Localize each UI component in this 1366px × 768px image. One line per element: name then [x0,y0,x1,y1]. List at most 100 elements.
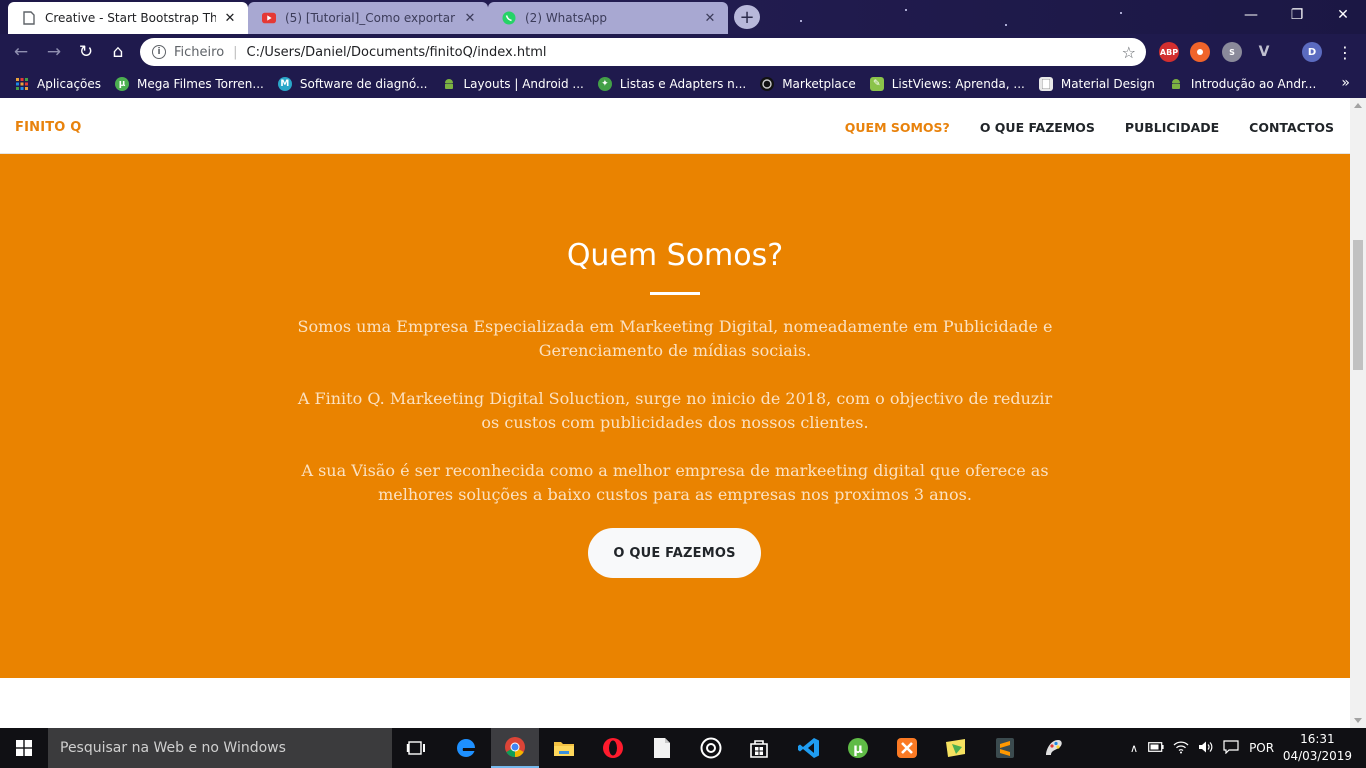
paint-icon[interactable] [932,728,980,768]
m-logo-icon: M [277,77,292,91]
bookmark-label: Marketplace [782,77,856,91]
taskbar-search-box[interactable]: Pesquisar na Web e no Windows [48,728,392,768]
taskbar-search-placeholder: Pesquisar na Web e no Windows [60,740,286,756]
bookmark-software-diagnostico[interactable]: M Software de diagnó... [277,77,428,91]
decor-star [905,9,907,11]
site-info-icon[interactable]: i [152,45,166,59]
maximize-button[interactable]: ❐ [1274,0,1320,30]
taskbar-clock[interactable]: 16:31 04/03/2019 [1283,731,1352,765]
scroll-up-arrow[interactable] [1354,103,1362,108]
edge-icon[interactable] [442,728,490,768]
bookmark-marketplace[interactable]: Marketplace [760,77,856,91]
minimize-button[interactable]: — [1228,0,1274,30]
decor-star [800,20,802,22]
android-icon [442,77,456,91]
clock-time: 16:31 [1300,732,1335,746]
bookmarks-overflow-icon[interactable]: » [1341,75,1350,91]
chrome-icon[interactable] [491,728,539,768]
nav-link-o-que-fazemos[interactable]: O QUE FAZEMOS [980,120,1095,135]
scroll-thumb[interactable] [1353,240,1363,370]
store-icon[interactable] [735,728,783,768]
close-icon[interactable]: ✕ [222,11,238,26]
bookmark-material-design[interactable]: Material Design [1038,77,1155,91]
browser-tab-strip: Creative - Start Bootstrap Theme ✕ (5) [… [0,0,1366,34]
bookmark-label: Listas e Adapters n... [619,77,747,91]
apps-grid-icon [15,77,29,91]
opera-icon[interactable] [589,728,637,768]
wifi-icon[interactable] [1173,740,1189,757]
battery-icon[interactable] [1148,741,1164,755]
sublime-icon[interactable] [981,728,1029,768]
about-paragraph-2: A Finito Q. Markeeting Digital Soluction… [297,389,1053,432]
address-url[interactable]: C:/Users/Daniel/Documents/finitoQ/index.… [247,45,547,60]
groove-icon[interactable] [687,728,735,768]
vue-devtools-icon[interactable]: V [1254,42,1274,62]
about-paragraph-1: Somos uma Empresa Especializada em Marke… [297,317,1053,360]
close-window-button[interactable]: ✕ [1320,0,1366,30]
browser-tab-whatsapp[interactable]: (2) WhatsApp ✕ [488,2,728,34]
address-bar[interactable]: i Ficheiro | C:/Users/Daniel/Documents/f… [140,38,1146,66]
adblock-plus-icon[interactable]: ABP [1159,42,1179,62]
browser-tab-youtube[interactable]: (5) [Tutorial]_Como exportar seu ✕ [248,2,488,34]
skype-icon[interactable]: S [1222,42,1242,62]
paint3d-icon[interactable] [1030,728,1078,768]
extension-orange-icon[interactable] [1190,42,1210,62]
close-icon[interactable]: ✕ [702,11,718,26]
notification-message-icon[interactable] [1223,739,1239,757]
forward-button[interactable]: → [42,40,66,64]
notepad-icon[interactable] [638,728,686,768]
site-navbar: FINITO Q QUEM SOMOS? O QUE FAZEMOS PUBLI… [0,98,1350,154]
xampp-icon[interactable] [883,728,931,768]
profile-avatar[interactable]: D [1302,42,1322,62]
close-icon[interactable]: ✕ [462,11,478,26]
svg-text:µ: µ [853,742,863,757]
system-tray: ∧ POR [1130,728,1274,768]
bookmark-star-icon[interactable]: ☆ [1122,43,1136,62]
volume-icon[interactable] [1198,740,1214,757]
address-scheme-label: Ficheiro [174,44,225,60]
file-explorer-icon[interactable] [540,728,588,768]
utorrent-icon[interactable]: µ [834,728,882,768]
listview-icon: ✎ [869,77,884,91]
browser-menu-icon[interactable]: ⋮ [1333,40,1357,64]
bookmarks-bar: Aplicações µ Mega Filmes Torren... M Sof… [0,70,1366,98]
back-button[interactable]: ← [9,40,33,64]
reload-button[interactable]: ↻ [74,40,98,64]
input-language-indicator[interactable]: POR [1249,741,1274,755]
vscode-icon[interactable] [785,728,833,768]
bookmark-introducao-android[interactable]: Introdução ao Andr... [1169,77,1316,91]
bookmark-layouts-android[interactable]: Layouts | Android ... [442,77,584,91]
site-brand[interactable]: FINITO Q [15,120,82,135]
nav-link-publicidade[interactable]: PUBLICIDADE [1125,120,1219,135]
decor-star [1120,12,1122,14]
nav-link-quem-somos[interactable]: QUEM SOMOS? [845,120,950,135]
bookmark-listas-adapters[interactable]: ✦ Listas e Adapters n... [597,77,747,91]
nav-link-contactos[interactable]: CONTACTOS [1249,120,1334,135]
scroll-down-arrow[interactable] [1354,718,1362,723]
tab-title: (2) WhatsApp [525,11,608,25]
tray-overflow-chevron-icon[interactable]: ∧ [1130,742,1138,755]
address-separator: | [233,44,238,60]
windows-logo-icon [16,740,32,756]
heading-divider [650,292,700,295]
bookmark-label: Introdução ao Andr... [1190,77,1317,91]
bookmark-mega-filmes[interactable]: µ Mega Filmes Torren... [115,77,264,91]
page-icon [22,11,36,25]
bookmark-aplicacoes[interactable]: Aplicações [15,77,101,91]
start-button[interactable] [0,728,48,768]
o-que-fazemos-button[interactable]: O QUE FAZEMOS [588,528,761,578]
windows-taskbar: Pesquisar na Web e no Windows µ ∧ POR 16… [0,728,1366,768]
bookmark-label: Software de diagnó... [299,77,428,91]
home-button[interactable]: ⌂ [106,40,130,64]
browser-tab-creative[interactable]: Creative - Start Bootstrap Theme ✕ [8,2,248,34]
tab-title: Creative - Start Bootstrap Theme [45,11,216,25]
task-view-icon[interactable] [392,728,440,768]
github-icon [760,77,775,91]
youtube-icon [262,11,276,25]
new-tab-button[interactable]: + [734,5,760,29]
bookmark-listviews[interactable]: ✎ ListViews: Aprenda, ... [869,77,1025,91]
android-icon [1169,77,1183,91]
about-paragraph-3: A sua Visão é ser reconhecida como a mel… [301,461,1049,504]
page-scrollbar[interactable] [1350,98,1366,728]
clock-date: 04/03/2019 [1282,749,1352,763]
